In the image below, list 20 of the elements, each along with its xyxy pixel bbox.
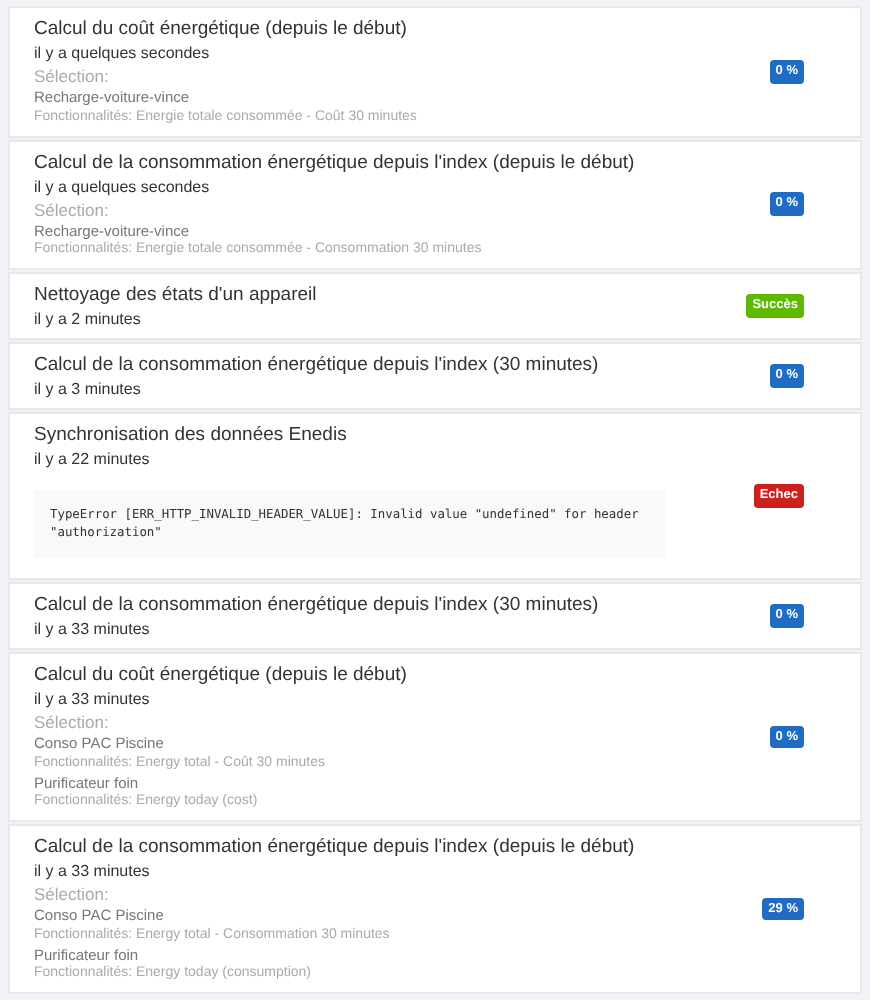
job-title: Calcul du coût énergétique (depuis le début) bbox=[34, 664, 407, 688]
selection-label: Sélection: bbox=[34, 884, 109, 906]
selection-label: Sélection: bbox=[34, 66, 109, 88]
job-title: Calcul de la consommation énergétique depuis l'index (depuis le début) bbox=[34, 151, 635, 175]
job-time: il y a 22 minutes bbox=[34, 448, 150, 470]
selection-label: Sélection: bbox=[34, 712, 109, 734]
job-time: il y a 33 minutes bbox=[34, 688, 150, 710]
job-title: Calcul de la consommation énergétique depuis l'index (depuis le début) bbox=[34, 836, 635, 860]
job-title: Calcul de la consommation énergétique depuis l'index (30 minutes) bbox=[34, 594, 599, 618]
job-title: Calcul du coût énergétique (depuis le début) bbox=[34, 18, 407, 42]
job-time: il y a 33 minutes bbox=[34, 618, 150, 640]
job-time: il y a quelques secondes bbox=[34, 42, 210, 64]
job-time: il y a 3 minutes bbox=[34, 378, 141, 400]
job-time: il y a 33 minutes bbox=[34, 860, 150, 882]
job-time: il y a 2 minutes bbox=[34, 308, 141, 330]
job-time: il y a quelques secondes bbox=[34, 175, 210, 197]
selection-label: Sélection: bbox=[34, 199, 109, 221]
job-title: Synchronisation des données Enedis bbox=[34, 424, 347, 448]
job-title: Nettoyage des états d'un appareil bbox=[34, 284, 317, 308]
job-title: Calcul de la consommation énergétique depuis l'index (30 minutes) bbox=[34, 354, 599, 378]
